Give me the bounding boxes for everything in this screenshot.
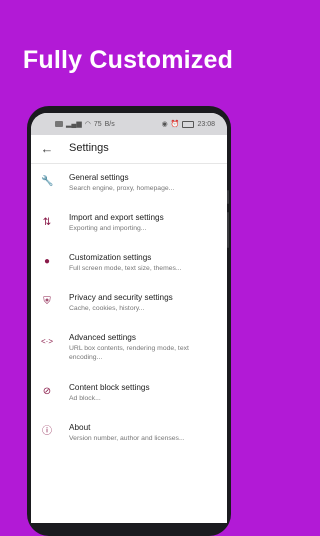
status-bar: ▂▄▆ ◠ 75 B/s ◉ ⏰ 23:08 [31, 113, 227, 135]
info-icon: ⓘ [42, 426, 52, 437]
item-subtitle: Exporting and importing... [69, 225, 147, 232]
battery-icon [182, 120, 195, 128]
item-subtitle: Full screen mode, text size, themes... [69, 265, 182, 272]
item-title: Customization settings [69, 253, 152, 262]
power-button [227, 212, 229, 248]
app-bar: ← Settings [31, 135, 227, 164]
shield-icon: ⛨ [43, 296, 51, 307]
item-title: General settings [69, 173, 129, 182]
settings-item-advanced[interactable]: <·> Advanced settings URL box contents, … [31, 333, 227, 373]
item-subtitle: Ad block... [69, 395, 101, 402]
settings-item-content-block[interactable]: ⊘ Content block settings Ad block... [31, 383, 227, 419]
alarm-icon: ⏰ [170, 121, 180, 128]
code-icon: <·> [41, 337, 54, 346]
item-title: Privacy and security settings [69, 293, 173, 302]
status-time: 23:08 [197, 120, 215, 128]
phone-screen: ▂▄▆ ◠ 75 B/s ◉ ⏰ 23:08 ← Settings 🔧 Gene… [31, 113, 227, 523]
settings-item-about[interactable]: ⓘ About Version number, author and licen… [31, 423, 227, 459]
settings-item-general[interactable]: 🔧 General settings Search engine, proxy,… [31, 173, 227, 209]
settings-item-privacy[interactable]: ⛨ Privacy and security settings Cache, c… [31, 293, 227, 329]
back-arrow-icon[interactable]: ← [39, 141, 55, 157]
page-title: Settings [69, 142, 109, 154]
item-subtitle: Version number, author and licenses... [69, 435, 185, 442]
item-subtitle: URL box contents, rendering mode, text e… [69, 345, 189, 361]
item-title: Advanced settings [69, 333, 136, 342]
eye-icon: ◉ [161, 121, 168, 128]
net-speed-a: 75 [93, 120, 102, 128]
block-icon: ⊘ [42, 386, 52, 397]
sim-icon [55, 121, 63, 127]
item-subtitle: Search engine, proxy, homepage... [69, 185, 175, 192]
promo-headline: Fully Customized [22, 46, 234, 74]
status-right: ◉ ⏰ 23:08 [162, 120, 215, 128]
palette-icon: ● [43, 256, 51, 267]
signal-icon: ▂▄▆ [66, 121, 82, 128]
volume-button [227, 190, 229, 204]
wifi-icon: ◠ [84, 121, 91, 128]
item-subtitle: Cache, cookies, history... [69, 305, 145, 312]
net-speed-b: B/s [104, 120, 115, 128]
item-title: About [69, 423, 91, 432]
wrench-icon: 🔧 [41, 176, 54, 187]
swap-icon: ⇅ [42, 217, 52, 228]
item-title: Content block settings [69, 383, 150, 392]
item-title: Import and export settings [69, 213, 164, 222]
status-left: ▂▄▆ ◠ 75 B/s [55, 120, 115, 128]
settings-item-import-export[interactable]: ⇅ Import and export settings Exporting a… [31, 213, 227, 249]
settings-item-customization[interactable]: ● Customization settings Full screen mod… [31, 253, 227, 289]
